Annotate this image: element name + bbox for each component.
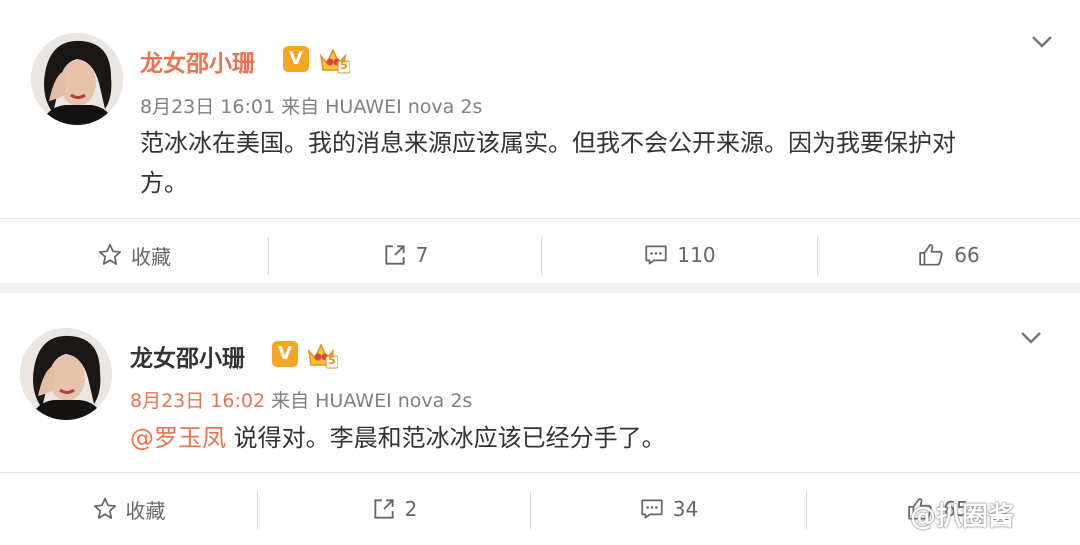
comment-count: 110 [677, 243, 716, 267]
comment-count: 34 [672, 497, 699, 521]
mention-link[interactable]: @罗玉凤 [130, 424, 226, 452]
chevron-down-icon[interactable] [1030, 34, 1054, 54]
level-badge: 5 [340, 59, 348, 72]
post-time[interactable]: 8月23日 16:02 [130, 390, 265, 412]
post-content-line: 范冰冰在美国。我的消息来源应该属实。但我不会公开来源。因为我要保护对 [140, 129, 956, 157]
chevron-down-icon[interactable] [1019, 330, 1043, 350]
comment-button[interactable]: 34 [531, 473, 806, 545]
repost-count: 2 [404, 497, 418, 521]
favorite-label: 收藏 [125, 498, 166, 523]
verified-badge: V [272, 341, 298, 367]
repost-count: 7 [415, 243, 429, 267]
verified-badge: V [283, 46, 309, 72]
comment-icon [645, 245, 668, 265]
post-meta: 8月23日 16:02 来自 HUAWEI nova 2s [130, 386, 472, 413]
member-crown-icon: 5 [318, 44, 351, 78]
repost-icon [385, 245, 405, 265]
post-card-1: 龙女邵小珊 V 5 8月23日 16:01 来自 HUAWEI nova 2s … [0, 0, 1080, 283]
post-content: @罗玉凤 说得对。李晨和范冰冰应该已经分手了。 [130, 418, 1030, 458]
post-content-text: 说得对。李晨和范冰冰应该已经分手了。 [233, 424, 666, 452]
author-name[interactable]: 龙女邵小珊 [140, 44, 255, 78]
comment-icon [641, 499, 663, 519]
avatar[interactable] [20, 328, 112, 420]
repost-button[interactable]: 7 [269, 219, 541, 291]
author-name[interactable]: 龙女邵小珊 [130, 339, 245, 373]
favorite-button[interactable]: 收藏 [0, 219, 268, 291]
thumbs-up-icon [919, 244, 943, 266]
star-icon [93, 497, 116, 519]
watermark: @扒圈酱 [910, 502, 1015, 532]
favorite-button[interactable]: 收藏 [0, 473, 257, 545]
post-content: 范冰冰在美国。我的消息来源应该属实。但我不会公开来源。因为我要保护对 方。 [140, 123, 1040, 203]
favorite-label: 收藏 [131, 244, 171, 269]
comment-button[interactable]: 110 [542, 219, 817, 291]
post-time[interactable]: 8月23日 16:01 [140, 96, 275, 118]
post-content-line: 方。 [140, 169, 188, 197]
post-meta: 8月23日 16:01 来自 HUAWEI nova 2s [140, 92, 482, 119]
repost-icon [374, 499, 394, 519]
like-button[interactable]: 66 [818, 219, 1080, 291]
level-badge: 5 [328, 354, 336, 367]
post-source: 来自 HUAWEI nova 2s [271, 390, 473, 412]
action-bar: 收藏 7 110 66 [0, 218, 1080, 291]
star-icon [98, 243, 122, 265]
post-source: 来自 HUAWEI nova 2s [281, 96, 483, 118]
repost-button[interactable]: 2 [258, 473, 530, 545]
like-count: 66 [954, 243, 980, 267]
avatar[interactable] [31, 33, 123, 125]
member-crown-icon: 5 [306, 339, 339, 373]
